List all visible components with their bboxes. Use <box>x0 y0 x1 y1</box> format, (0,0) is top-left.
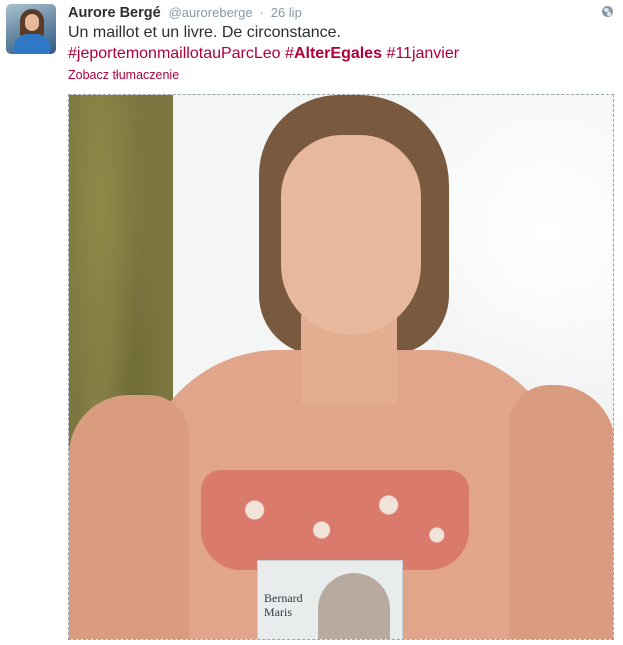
tweet-text: Un maillot et un livre. De circonstance.… <box>68 22 608 64</box>
photo-right-arm <box>509 385 613 639</box>
globe-icon[interactable] <box>602 6 613 17</box>
hashtag-link[interactable]: #jeportemonmaillotauParcLeo <box>68 45 281 62</box>
author-handle[interactable]: @auroreberge <box>169 5 253 20</box>
avatar-face <box>25 14 39 31</box>
tweet: Aurore Bergé @auroreberge · 26 lip Un ma… <box>0 0 623 645</box>
hashtag-link[interactable]: #11janvier <box>386 45 459 62</box>
tweet-text-line: Un maillot et un livre. De circonstance. <box>68 24 341 41</box>
photo-face <box>281 135 421 335</box>
photo-bikini <box>201 470 469 570</box>
translate-link[interactable]: Zobacz tłumaczenie <box>68 68 179 82</box>
author-name[interactable]: Aurore Bergé <box>68 5 161 21</box>
separator-dot: · <box>259 5 264 20</box>
user-avatar[interactable] <box>6 4 56 54</box>
photo-left-arm <box>69 395 189 639</box>
hashtag-line: #jeportemonmaillotauParcLeo #AlterEgales… <box>68 43 608 64</box>
book-portrait <box>318 573 390 639</box>
hashtag-link[interactable]: #AlterEgales <box>285 45 382 62</box>
tweet-photo[interactable]: Bernard Maris <box>68 94 614 640</box>
tweet-header: Aurore Bergé @auroreberge · 26 lip <box>68 2 302 22</box>
photo-book: Bernard Maris <box>257 560 403 639</box>
avatar-body <box>14 34 50 54</box>
timestamp[interactable]: 26 lip <box>271 5 302 20</box>
book-cover-text: Bernard Maris <box>264 591 303 619</box>
